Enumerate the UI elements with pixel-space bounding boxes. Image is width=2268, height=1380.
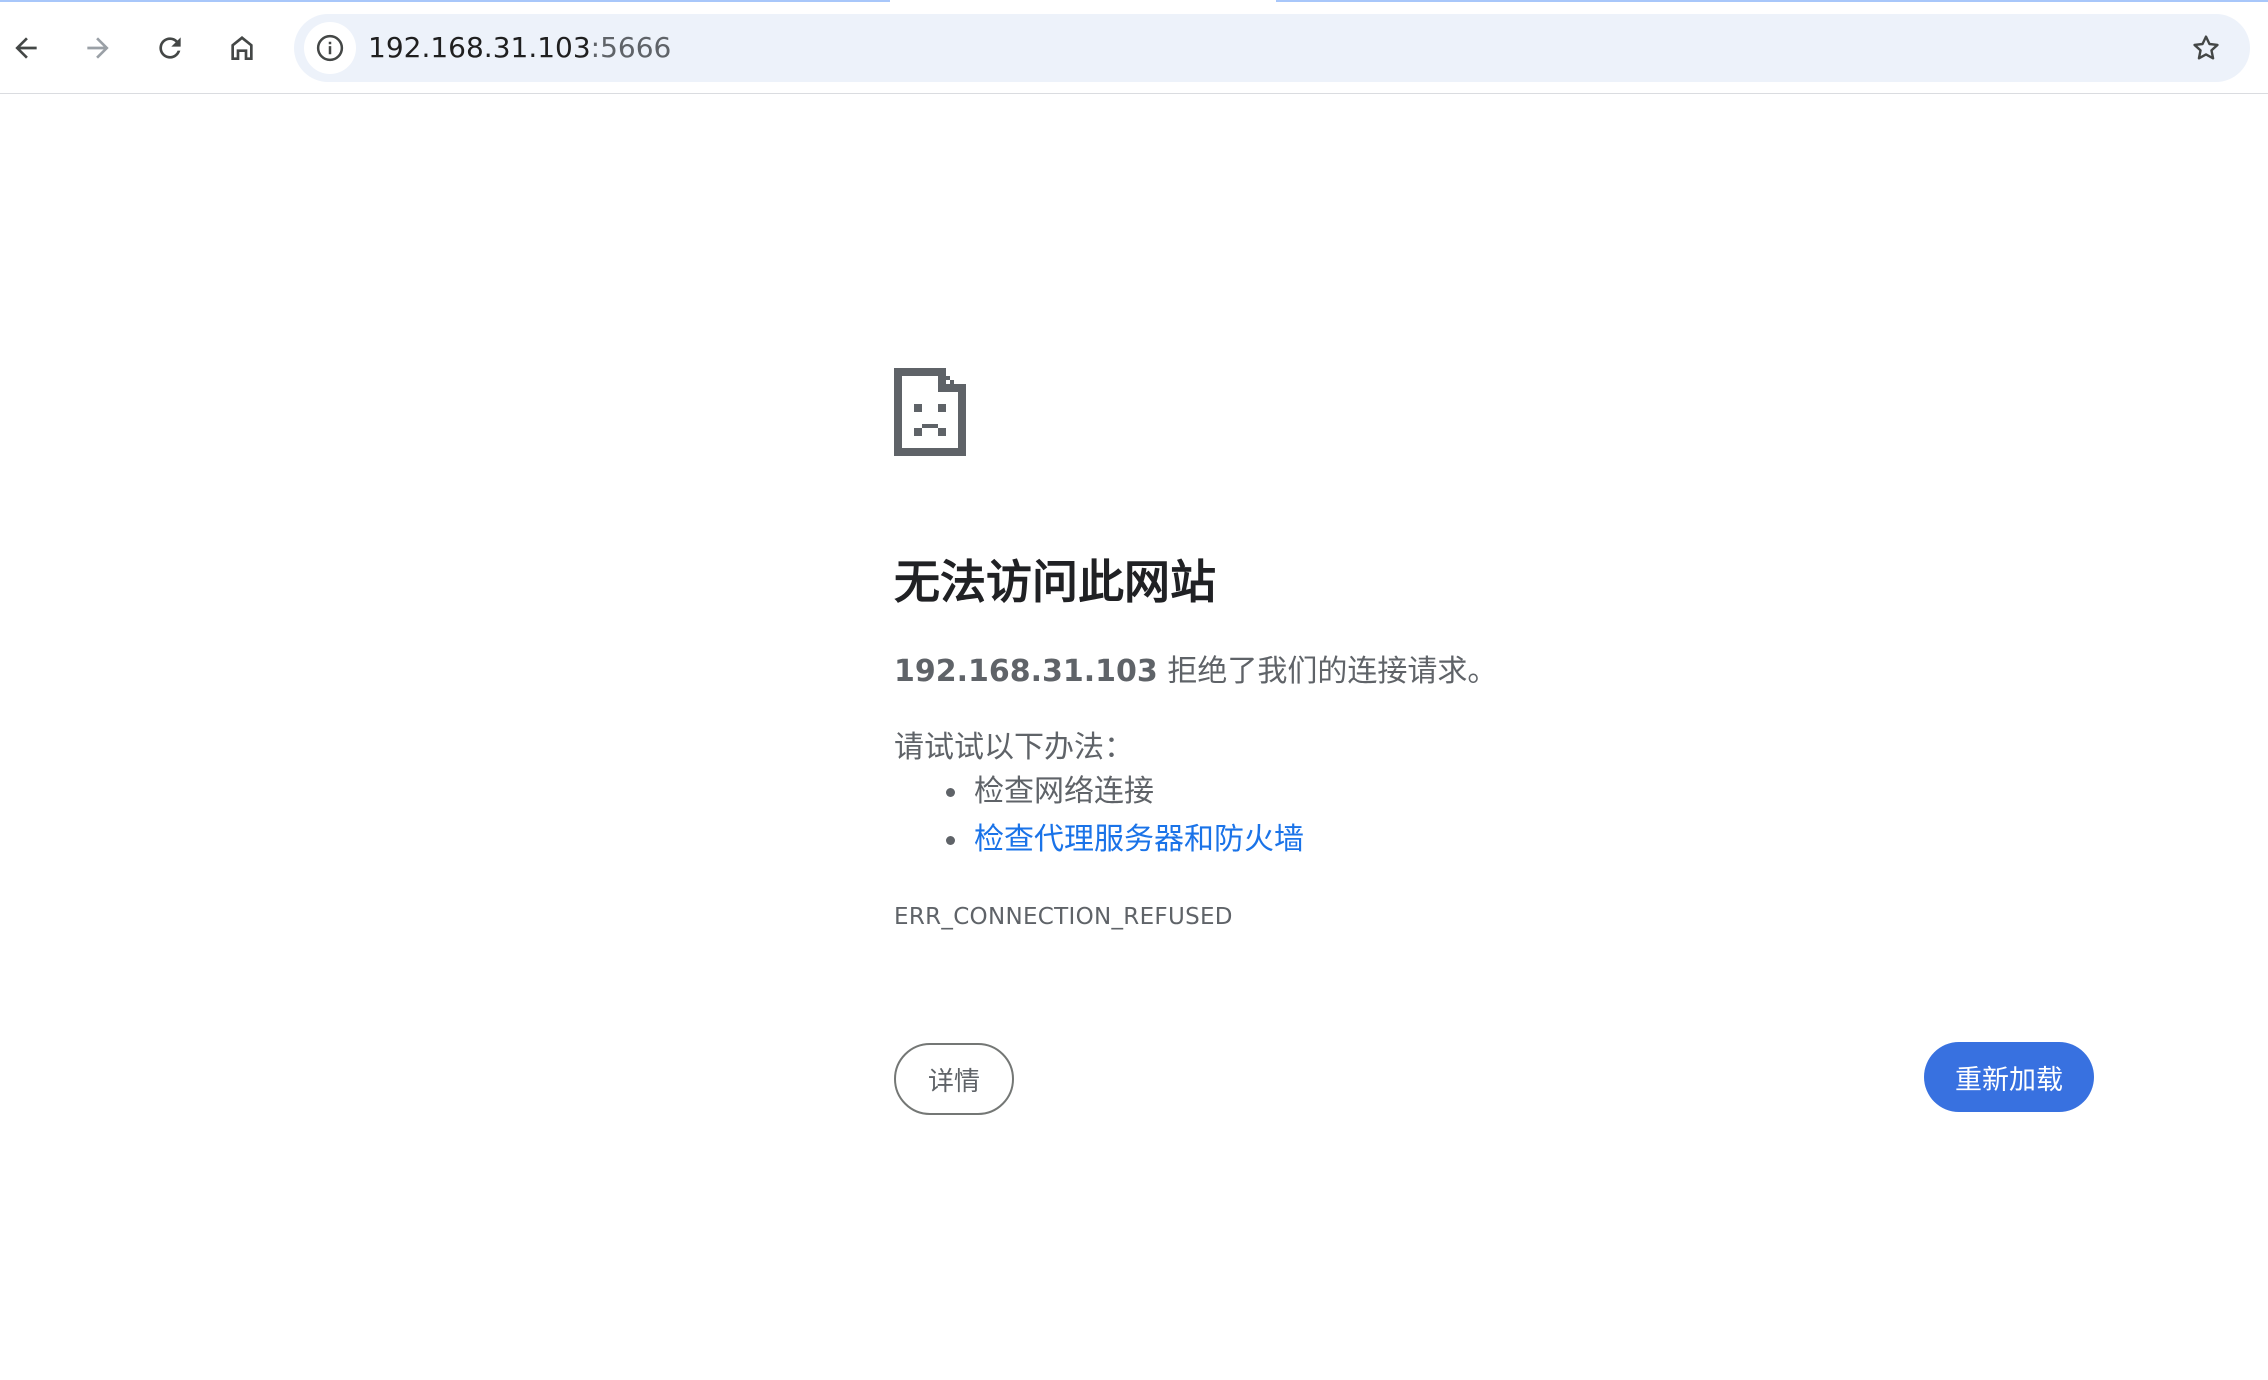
star-icon: [2193, 35, 2219, 60]
sad-page-icon: [894, 368, 966, 456]
suggestions-list: 检查网络连接 检查代理服务器和防火墙: [894, 768, 1304, 864]
forward-button[interactable]: [68, 18, 128, 78]
list-item: 检查网络连接: [894, 768, 1304, 816]
back-button[interactable]: [0, 18, 56, 78]
reload-button[interactable]: 重新加载: [1924, 1042, 2094, 1112]
tab-strip-edge: [1276, 0, 2268, 2]
bookmark-button[interactable]: [2180, 22, 2232, 74]
browser-toolbar: 192.168.31.103:5666: [0, 0, 2268, 94]
site-info-button[interactable]: [304, 22, 356, 74]
details-button[interactable]: 详情: [894, 1043, 1014, 1115]
tab-strip-edge: [0, 0, 890, 2]
reload-icon: [159, 37, 181, 59]
error-summary: 192.168.31.103 拒绝了我们的连接请求。: [894, 646, 1497, 690]
forward-arrow-icon: [87, 37, 109, 59]
bullet-icon: [946, 788, 955, 797]
reload-toolbar-button[interactable]: [140, 18, 200, 78]
url-port: :5666: [590, 31, 672, 64]
info-icon: [316, 34, 344, 62]
error-host: 192.168.31.103: [894, 654, 1158, 689]
url-text[interactable]: 192.168.31.103:5666: [368, 14, 671, 82]
error-title: 无法访问此网站: [894, 555, 1216, 609]
home-icon: [231, 36, 253, 60]
suggestion-check-proxy-link[interactable]: 检查代理服务器和防火墙: [974, 822, 1304, 857]
suggestion-check-network: 检查网络连接: [974, 774, 1154, 809]
bullet-icon: [946, 836, 955, 845]
back-arrow-icon: [15, 37, 37, 59]
suggestions-heading: 请试试以下办法：: [894, 730, 1134, 765]
error-summary-text: 拒绝了我们的连接请求。: [1157, 654, 1498, 689]
url-host: 192.168.31.103: [368, 31, 591, 64]
home-button[interactable]: [212, 18, 272, 78]
address-bar[interactable]: 192.168.31.103:5666: [294, 14, 2250, 82]
error-code: ERR_CONNECTION_REFUSED: [894, 904, 1233, 930]
list-item: 检查代理服务器和防火墙: [894, 816, 1304, 864]
